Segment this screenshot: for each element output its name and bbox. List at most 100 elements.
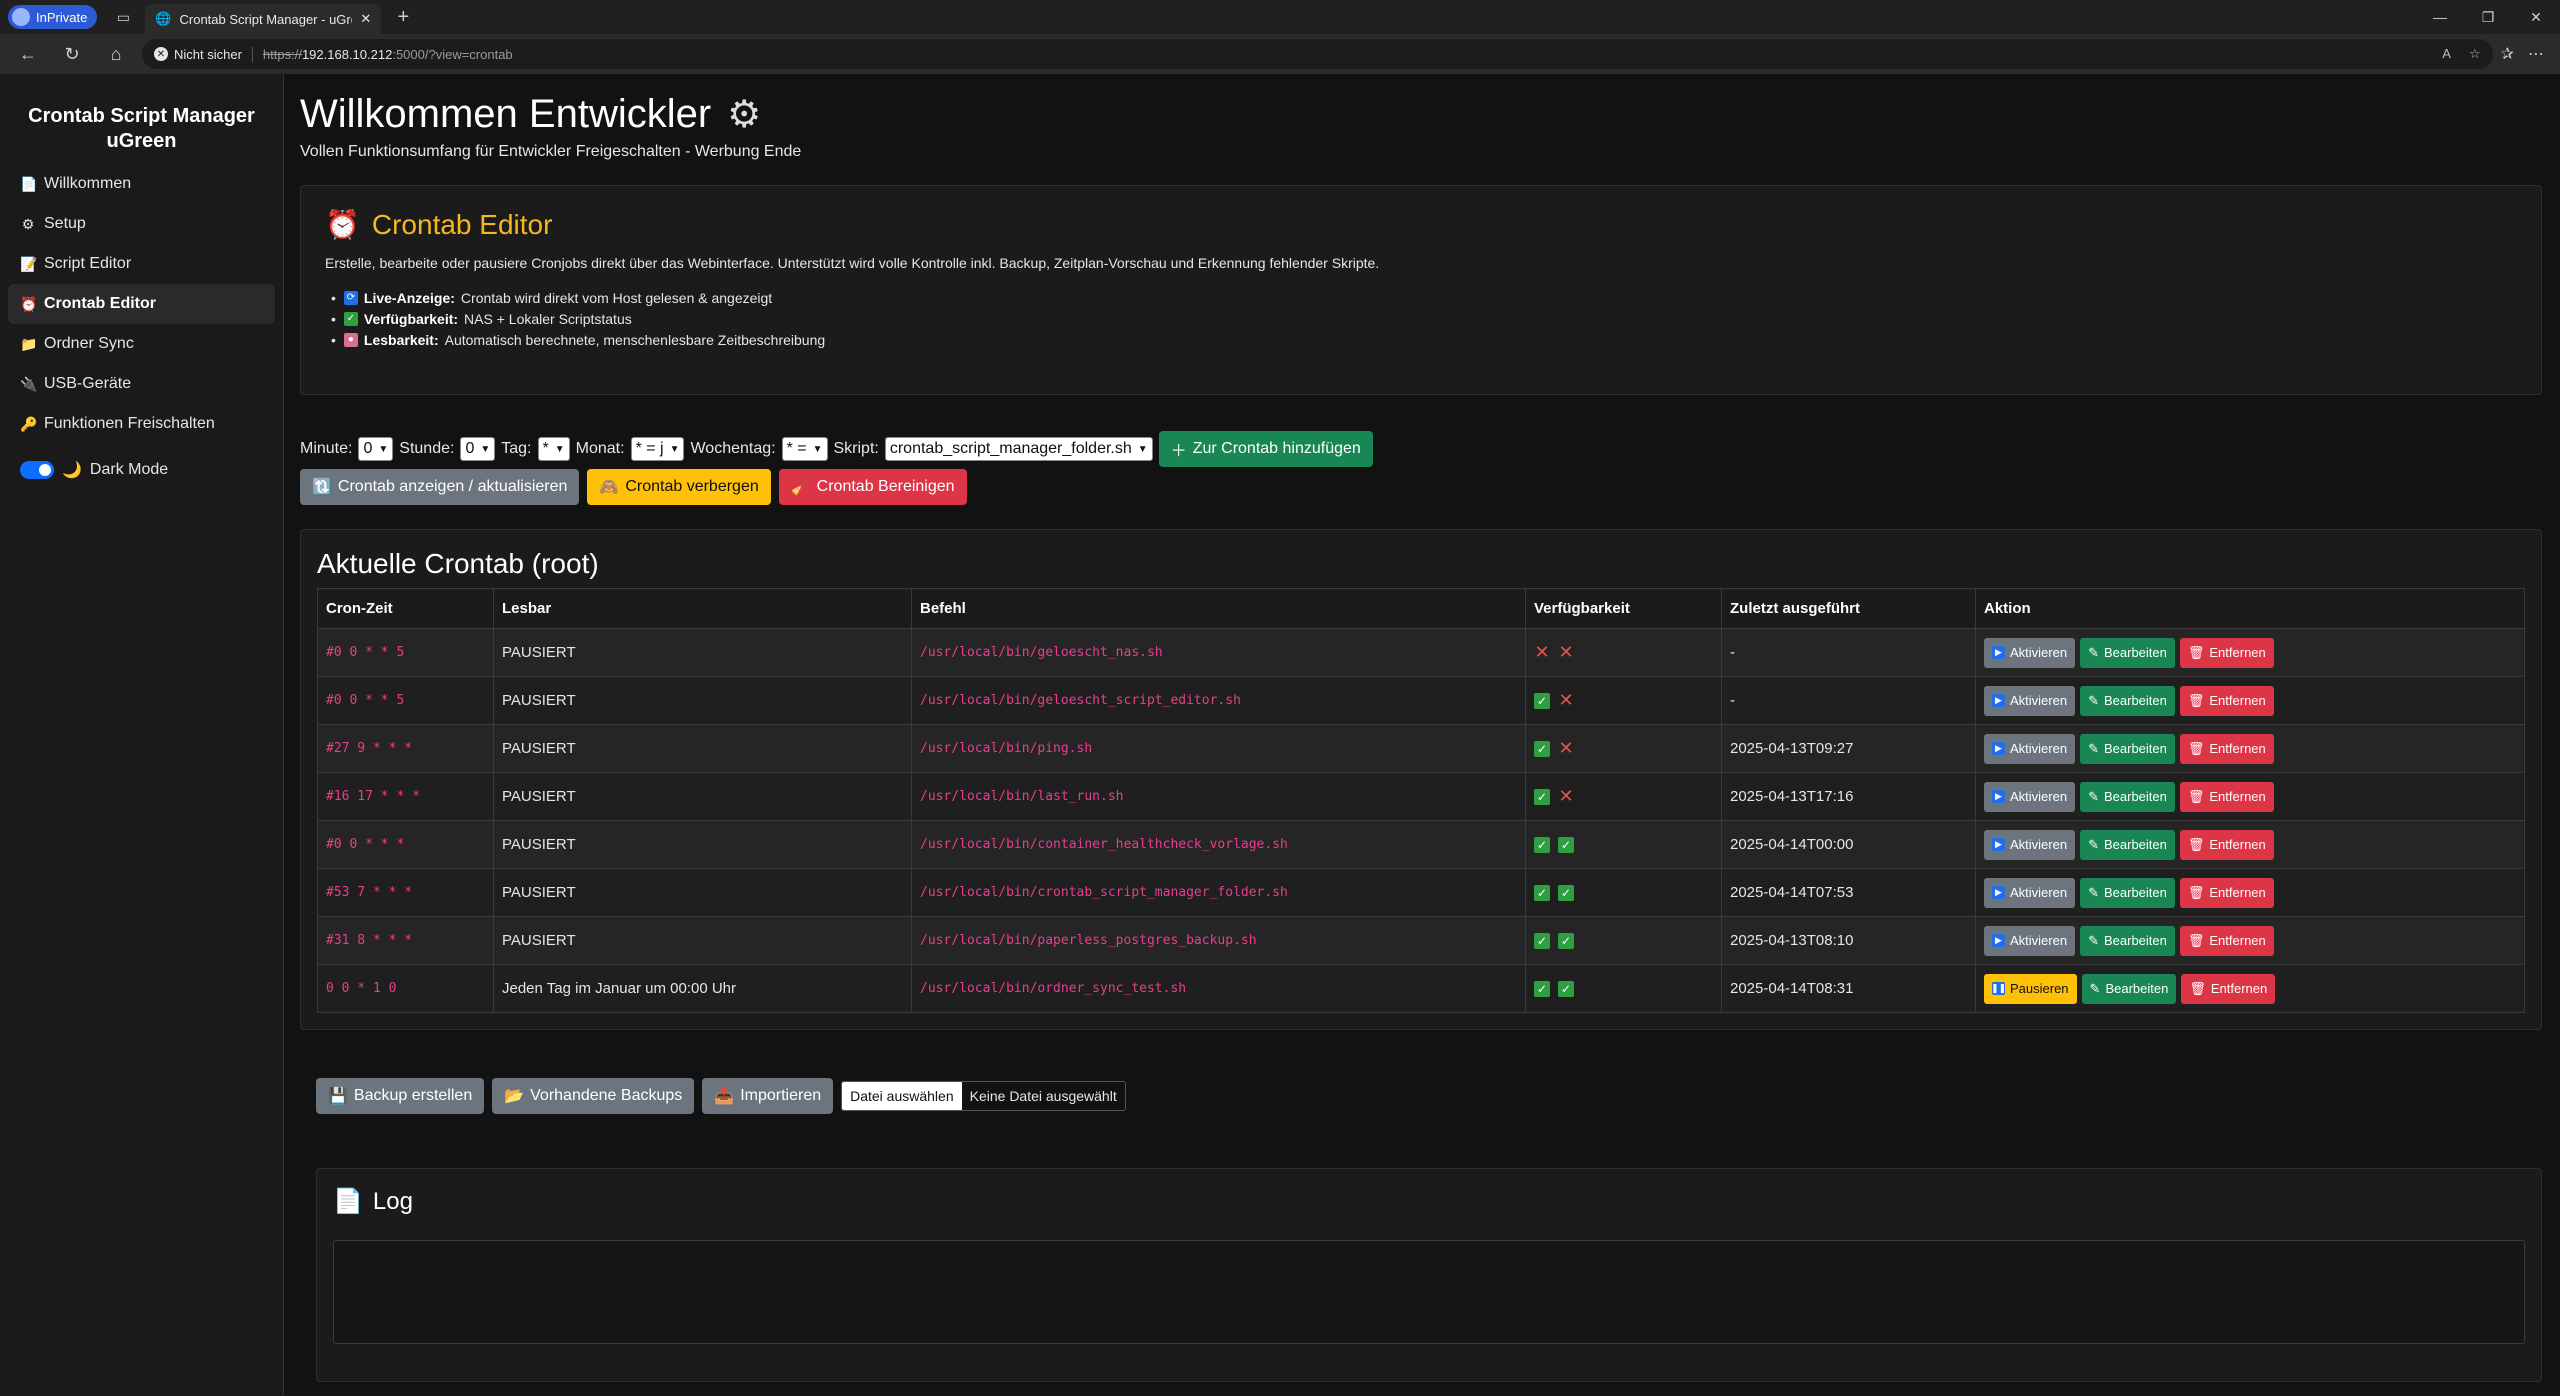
edit-button[interactable]: ✎ Bearbeiten	[2081, 973, 2177, 1004]
sidebar-item-usb-geraete[interactable]: 🔌 USB-Geräte	[8, 364, 275, 404]
existing-backups-label: Vorhandene Backups	[530, 1087, 683, 1104]
document-icon: 📄	[333, 1188, 363, 1215]
url-input[interactable]: ✕ Nicht sicher https://192.168.10.212:50…	[142, 39, 2493, 69]
edit-button[interactable]: ✎ Bearbeiten	[2080, 829, 2175, 860]
hour-select[interactable]: 0 ▼	[460, 437, 496, 461]
favorite-star-icon[interactable]: ☆	[2469, 46, 2481, 62]
sidebar-item-funktionen[interactable]: 🔑 Funktionen Freischalten	[8, 404, 275, 444]
edit-button[interactable]: ✎ Bearbeiten	[2080, 733, 2175, 764]
read-aloud-icon[interactable]: A	[2442, 46, 2451, 62]
more-menu-icon[interactable]: ⋯	[2528, 44, 2544, 64]
column-header: Befehl	[911, 588, 1526, 629]
sidebar-item-script-editor[interactable]: 📝 Script Editor	[8, 244, 275, 284]
minimize-icon[interactable]: —	[2416, 9, 2464, 26]
feature-list: ⟳ Live-Anzeige: Crontab wird direkt vom …	[325, 287, 2517, 350]
toggle-label: Aktivieren	[2010, 789, 2068, 804]
edit-button[interactable]: ✎ Bearbeiten	[2080, 637, 2175, 668]
edit-button[interactable]: ✎ Bearbeiten	[2080, 925, 2175, 956]
choose-file-button[interactable]: Datei auswählen	[842, 1082, 962, 1110]
sidebar-item-setup[interactable]: ⚙ Setup	[8, 204, 275, 244]
dark-mode-switch[interactable]	[20, 461, 54, 479]
reload-icon[interactable]: ↻	[54, 39, 90, 69]
remove-button[interactable]: 🗑 Entfernen	[2179, 829, 2274, 860]
sidebar-item-willkommen[interactable]: 📄 Willkommen	[8, 164, 275, 204]
last-run: 2025-04-14T00:00	[1721, 820, 1976, 869]
month-select[interactable]: * = j ▼	[630, 437, 685, 461]
availability: ✓ ✕	[1525, 676, 1722, 725]
activate-button[interactable]: ▶ Aktivieren	[1984, 829, 2076, 860]
check-icon: ✓	[1534, 932, 1550, 949]
play-icon: ▶	[1992, 886, 2005, 899]
tab-actions-icon[interactable]: ▭	[107, 5, 139, 29]
gear-icon: ⚙	[21, 215, 35, 232]
cron-time: #27 9 * * *	[317, 724, 494, 773]
sidebar-item-crontab-editor[interactable]: ⏰ Crontab Editor	[8, 284, 275, 324]
day-select[interactable]: * ▼	[537, 437, 570, 461]
import-button[interactable]: 📥 Importieren	[702, 1078, 834, 1114]
security-indicator[interactable]: ✕ Nicht sicher	[154, 46, 253, 62]
edit-button[interactable]: ✎ Bearbeiten	[2080, 781, 2175, 812]
remove-button[interactable]: 🗑 Entfernen	[2179, 637, 2274, 668]
activate-button[interactable]: ▶ Aktivieren	[1984, 925, 2076, 956]
new-tab-icon[interactable]: +	[389, 6, 417, 29]
back-icon[interactable]: ←	[10, 39, 46, 69]
readable-text: PAUSIERT	[493, 628, 912, 677]
pencil-icon: ✎	[2089, 980, 2101, 996]
actions: ▶ Aktivieren ✎ Bearbeiten 🗑 Entfernen	[1975, 676, 2525, 725]
remove-button[interactable]: 🗑 Entfernen	[2179, 733, 2274, 764]
restore-icon[interactable]: ❐	[2464, 9, 2512, 26]
close-tab-icon[interactable]: ✕	[360, 11, 371, 27]
weekday-select[interactable]: * = ▼	[781, 437, 828, 461]
main-content: Willkommen Entwickler ⚙ Vollen Funktions…	[284, 74, 2560, 1396]
remove-button[interactable]: 🗑 Entfernen	[2179, 925, 2274, 956]
check-icon: ✓	[1534, 836, 1550, 853]
column-header: Zuletzt ausgeführt	[1721, 588, 1976, 629]
hide-crontab-button[interactable]: 🙈 Crontab verbergen	[587, 469, 771, 505]
last-run: 2025-04-14T08:31	[1721, 964, 1976, 1013]
activate-button[interactable]: ▶ Aktivieren	[1984, 877, 2076, 908]
add-to-crontab-button[interactable]: ＋ Zur Crontab hinzufügen	[1158, 431, 1373, 467]
availability: ✓ ✓	[1525, 820, 1722, 869]
pause-button[interactable]: ❚❚ Pausieren	[1984, 973, 2077, 1004]
show-crontab-button[interactable]: 🔃 Crontab anzeigen / aktualisieren	[300, 469, 580, 505]
activate-button[interactable]: ▶ Aktivieren	[1984, 733, 2076, 764]
availability: ✓ ✓	[1525, 964, 1722, 1013]
activate-button[interactable]: ▶ Aktivieren	[1984, 781, 2076, 812]
plus-icon: ＋	[1170, 443, 1187, 460]
cron-time: #53 7 * * *	[317, 868, 494, 917]
key-icon: 🔑	[20, 415, 38, 432]
trash-icon: 🗑	[2187, 836, 2205, 852]
sidebar-item-ordner-sync[interactable]: 📁 Ordner Sync	[8, 324, 275, 364]
close-window-icon[interactable]: ✕	[2512, 9, 2560, 26]
remove-button[interactable]: 🗑 Entfernen	[2179, 685, 2274, 716]
inprivate-badge[interactable]: InPrivate	[8, 5, 98, 29]
edit-button[interactable]: ✎ Bearbeiten	[2080, 877, 2175, 908]
create-backup-button[interactable]: 💾 Backup erstellen	[316, 1078, 485, 1114]
browser-tab[interactable]: 🌐 Crontab Script Manager - uGreen ✕	[145, 4, 382, 34]
favorites-icon[interactable]: ✰	[2501, 44, 2514, 64]
show-button-label: Crontab anzeigen / aktualisieren	[337, 478, 568, 495]
readable-text: PAUSIERT	[493, 772, 912, 821]
remove-button[interactable]: 🗑 Entfernen	[2179, 781, 2274, 812]
play-icon: ▶	[1992, 646, 2005, 659]
sidebar-item-label: Funktionen Freischalten	[44, 415, 215, 432]
remove-button[interactable]: 🗑 Entfernen	[2179, 877, 2274, 908]
hide-button-label: Crontab verbergen	[625, 478, 759, 495]
activate-button[interactable]: ▶ Aktivieren	[1984, 637, 2076, 668]
page-icon: 📄	[20, 175, 38, 192]
activate-button[interactable]: ▶ Aktivieren	[1984, 685, 2076, 716]
cross-icon: ✕	[1534, 642, 1550, 662]
edit-button[interactable]: ✎ Bearbeiten	[2080, 685, 2175, 716]
remove-label: Entfernen	[2209, 933, 2266, 948]
remove-button[interactable]: 🗑 Entfernen	[2181, 973, 2276, 1004]
home-icon[interactable]: ⌂	[98, 39, 134, 69]
minute-select[interactable]: 0 ▼	[358, 437, 394, 461]
clean-crontab-button[interactable]: 🧹 Crontab Bereinigen	[778, 469, 967, 505]
file-input[interactable]: Datei auswählen Keine Datei ausgewählt	[841, 1081, 1126, 1111]
readable-text: PAUSIERT	[493, 724, 912, 773]
table-row: #0 0 * * * PAUSIERT/usr/local/bin/contain…	[317, 820, 2525, 869]
check-icon: ✓	[1558, 932, 1574, 949]
existing-backups-button[interactable]: 📂 Vorhandene Backups	[492, 1078, 695, 1114]
readable-text: PAUSIERT	[493, 916, 912, 965]
script-select[interactable]: crontab_script_manager_folder.sh ▼	[884, 437, 1153, 461]
